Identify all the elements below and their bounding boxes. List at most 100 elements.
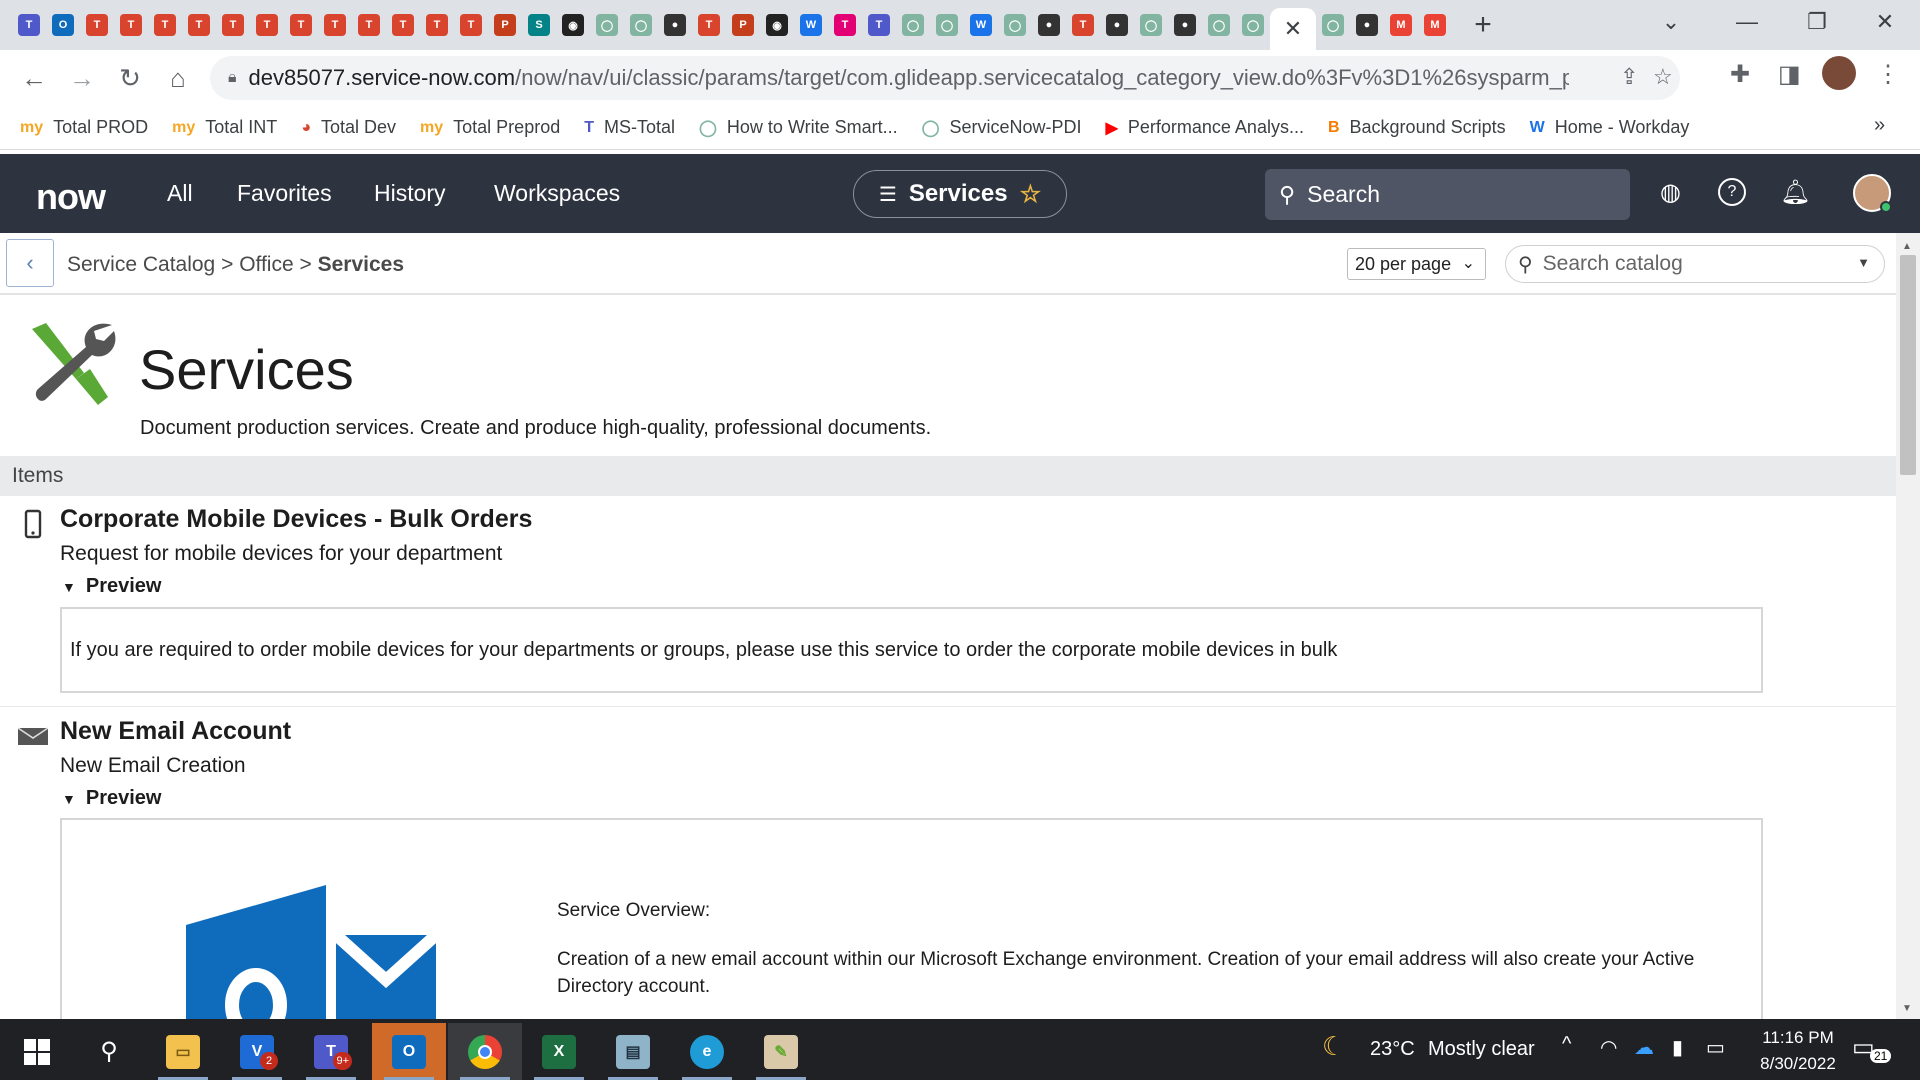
page-scrollbar[interactable]: ▲ ▼ [1896,233,1920,1019]
forward-arrow-icon[interactable]: → [58,54,106,102]
browser-tab[interactable]: T [284,0,318,50]
taskbar-chrome[interactable] [448,1023,522,1080]
profile-avatar[interactable] [1822,56,1856,90]
system-clock[interactable]: 11:16 PM 8/30/2022 [1738,1025,1858,1077]
weather-condition[interactable]: Mostly clear [1428,1038,1535,1061]
browser-tab[interactable]: ◉ [556,0,590,50]
minimize-button[interactable]: — [1712,0,1782,44]
context-pill[interactable]: ☰ Services ☆ [853,170,1067,218]
per-page-select[interactable]: 20 per page ⌄ [1347,248,1486,280]
help-icon[interactable]: ? [1718,178,1746,206]
browser-tab[interactable]: T [182,0,216,50]
browser-tab[interactable]: ◯ [1134,0,1168,50]
bell-icon[interactable]: 🔔︎ [1780,178,1810,207]
browser-tab[interactable]: ● [658,0,692,50]
back-arrow-icon[interactable]: ← [10,54,58,102]
servicenow-logo[interactable]: now [36,176,106,218]
browser-tab[interactable]: ● [1168,0,1202,50]
weather-temperature[interactable]: 23°C [1370,1038,1415,1061]
bookmark-item[interactable]: W Home - Workday [1530,117,1690,138]
onedrive-cloud-icon[interactable]: ☁ [1634,1035,1654,1060]
taskbar-viva[interactable]: V2 [220,1023,294,1080]
browser-tab[interactable]: ◯ [998,0,1032,50]
browser-tab[interactable]: T [1066,0,1100,50]
address-bar[interactable]: 🔒︎ dev85077.service-now.com/now/nav/ui/c… [210,56,1680,100]
bookmark-star-icon[interactable]: ☆ [1653,64,1673,90]
browser-menu-icon[interactable]: ⋮ [1876,60,1900,89]
item-title-mobile-devices[interactable]: Corporate Mobile Devices - Bulk Orders [60,505,532,534]
browser-tab[interactable]: P [488,0,522,50]
nav-all[interactable]: All [167,180,193,207]
extensions-icon[interactable]: ✚ [1730,60,1750,89]
browser-tab[interactable]: ◯ [590,0,624,50]
browser-tab[interactable]: T [318,0,352,50]
browser-tab[interactable]: W [964,0,998,50]
browser-tab[interactable]: T [250,0,284,50]
bookmark-item[interactable]: my Total Preprod [420,117,560,138]
favorite-star-icon[interactable]: ☆ [1020,180,1042,209]
browser-tab[interactable]: T [352,0,386,50]
browser-tab[interactable]: ◯ [1316,0,1350,50]
close-window-button[interactable]: ✕ [1850,0,1920,44]
caret-down-icon[interactable]: ▼ [1857,255,1870,270]
chevron-up-icon[interactable]: ^ [1562,1033,1571,1056]
globe-icon[interactable]: ◍ [1660,178,1681,207]
user-avatar[interactable] [1853,174,1892,213]
browser-tab[interactable]: W [794,0,828,50]
browser-tab[interactable]: ◯ [1236,0,1270,50]
weather-moon-icon[interactable]: ☾ [1322,1031,1345,1062]
bookmark-item[interactable]: ◕ Total Dev [301,117,396,138]
breadcrumb-office[interactable]: Office [239,253,293,276]
scroll-thumb[interactable] [1900,255,1916,475]
preview-toggle[interactable]: ▼ Preview [62,787,161,810]
browser-tab[interactable]: ◯ [1202,0,1236,50]
bookmark-item[interactable]: my Total INT [172,117,277,138]
browser-tab[interactable]: ◉ [760,0,794,50]
bookmark-item[interactable]: my Total PROD [20,117,148,138]
global-search-input[interactable]: ⚲ Search [1265,169,1630,220]
url-text[interactable]: dev85077.service-now.com/now/nav/ui/clas… [249,65,1569,91]
browser-tab[interactable]: T [386,0,420,50]
breadcrumb-service-catalog[interactable]: Service Catalog [67,253,215,276]
bookmark-item[interactable]: ▶ Performance Analys... [1106,117,1304,138]
side-panel-icon[interactable]: ◨ [1778,60,1801,89]
browser-tab[interactable]: ◯ [896,0,930,50]
scroll-up-icon[interactable]: ▲ [1902,241,1912,252]
browser-tab[interactable]: ● [1100,0,1134,50]
taskbar-file-explorer[interactable]: ▭ [146,1023,220,1080]
nav-workspaces[interactable]: Workspaces [494,180,620,207]
microphone-icon[interactable]: ▮ [1672,1035,1683,1060]
browser-tab[interactable]: ◯ [624,0,658,50]
bookmark-item[interactable]: ◯ How to Write Smart... [699,117,898,138]
browser-tab[interactable]: S [522,0,556,50]
browser-tab[interactable]: M [1384,0,1418,50]
bookmark-item[interactable]: T MS-Total [584,117,675,138]
restore-button[interactable]: ❐ [1782,0,1852,44]
browser-tab[interactable]: T [862,0,896,50]
browser-tab[interactable]: T [454,0,488,50]
share-icon[interactable]: ⇪ [1620,64,1638,90]
preview-toggle[interactable]: ▼ Preview [62,575,161,598]
nav-history[interactable]: History [374,180,446,207]
taskbar-notepad[interactable]: ▤ [596,1023,670,1080]
browser-tab[interactable]: T [692,0,726,50]
reload-icon[interactable]: ↻ [106,54,154,102]
battery-icon[interactable]: ▭ [1706,1035,1725,1060]
notification-center-button[interactable]: ▭ 21 [1852,1033,1892,1069]
taskbar-outlook[interactable]: O [372,1023,446,1080]
bookmarks-overflow-icon[interactable]: » [1874,114,1885,137]
taskbar-teams[interactable]: T 9+ [294,1023,368,1080]
active-tab[interactable]: ✕ [1270,8,1316,50]
browser-tab[interactable]: ◯ [930,0,964,50]
browser-tab[interactable]: O [46,0,80,50]
taskbar-edge[interactable]: e [670,1023,744,1080]
wifi-icon[interactable]: ◠ [1600,1035,1617,1060]
taskbar-paint[interactable]: ✎ [744,1023,818,1080]
home-icon[interactable]: ⌂ [154,54,202,102]
item-title-new-email[interactable]: New Email Account [60,717,291,746]
nav-favorites[interactable]: Favorites [237,180,332,207]
back-button[interactable]: ‹ [6,239,54,287]
tab-search-icon[interactable]: ⌄ [1636,0,1706,44]
scroll-down-icon[interactable]: ▼ [1902,1003,1912,1014]
browser-tab[interactable]: ● [1032,0,1066,50]
